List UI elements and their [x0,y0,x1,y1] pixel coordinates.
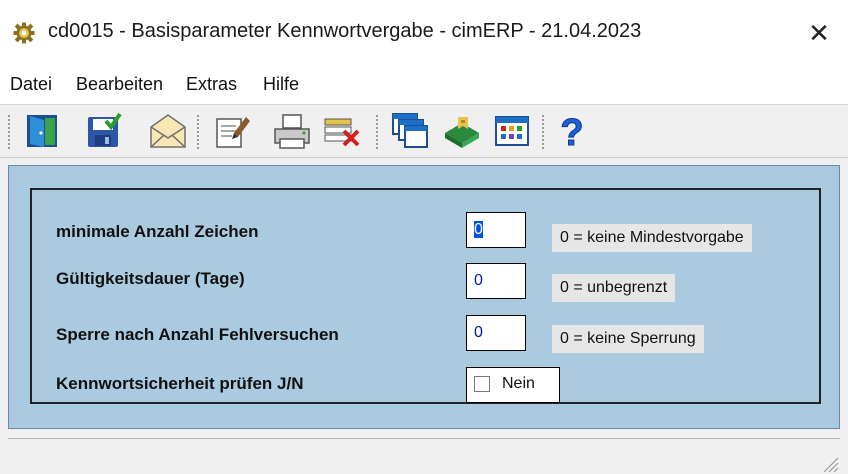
svg-text:?: ? [560,112,583,151]
min-chars-field[interactable]: 0 [466,212,526,248]
save-icon [88,112,122,147]
validity-days-field[interactable]: 0 [466,263,526,299]
gear-icon [13,22,35,44]
status-bar [8,438,840,474]
close-icon: ✕ [808,17,830,48]
checkbox-label: Nein [502,375,535,392]
menu-extras[interactable]: Extras [186,74,237,95]
label-lock-attempts: Sperre nach Anzahl Fehlversuchen [56,325,339,344]
title-bar: cd0015 - Basisparameter Kennwortvergabe … [0,0,848,66]
password-check-checkbox[interactable]: Nein [466,367,560,403]
menu-bearbeiten[interactable]: Bearbeiten [76,74,163,95]
label-validity-days: Gültigkeitsdauer (Tage) [56,269,245,288]
window-title: cd0015 - Basisparameter Kennwortvergabe … [48,20,642,42]
windows-button[interactable] [390,111,430,151]
print-button[interactable] [272,111,312,151]
book-icon [445,117,479,148]
toolbar-grip [8,115,10,149]
hint-validity-days: 0 = unbegrenzt [552,274,676,302]
mail-button[interactable] [148,111,188,151]
print-icon [274,114,310,149]
app-window: cd0015 - Basisparameter Kennwortvergabe … [0,0,848,474]
windows-icon [392,113,428,148]
toolbar-separator [542,115,544,149]
table-view-button[interactable] [492,111,532,151]
mail-icon [150,114,186,148]
resize-grip-icon[interactable] [818,452,840,474]
toolbar-separator [197,115,199,149]
form-area: minimale Anzahl Zeichen 0 0 = keine Mind… [8,165,840,429]
checkbox-box[interactable] [474,376,490,392]
toolbar-separator [376,115,378,149]
help-icon: ? [560,112,584,152]
toolbar: ? [0,104,848,158]
book-button[interactable] [442,111,482,151]
edit-button[interactable] [212,111,252,151]
menu-datei[interactable]: Datei [10,74,52,95]
delete-record-button[interactable] [322,111,362,151]
parameter-group: minimale Anzahl Zeichen 0 0 = keine Mind… [30,188,821,404]
table-view-icon [495,116,529,146]
min-chars-value: 0 [474,221,483,238]
close-button[interactable]: ✕ [796,10,842,56]
menu-bar: Datei Bearbeiten Extras Hilfe [0,66,848,104]
delete-record-icon [324,118,360,147]
save-button[interactable] [84,111,124,151]
lock-attempts-field[interactable]: 0 [466,315,526,351]
label-min-chars: minimale Anzahl Zeichen [56,222,259,241]
exit-button[interactable] [22,111,62,151]
edit-document-icon [216,117,250,148]
menu-hilfe[interactable]: Hilfe [263,74,299,95]
label-password-check: Kennwortsicherheit prüfen J/N [56,374,304,393]
help-button[interactable]: ? [552,111,592,152]
hint-min-chars: 0 = keine Mindestvorgabe [552,224,752,252]
hint-lock-attempts: 0 = keine Sperrung [552,325,704,353]
exit-door-icon [27,115,57,147]
